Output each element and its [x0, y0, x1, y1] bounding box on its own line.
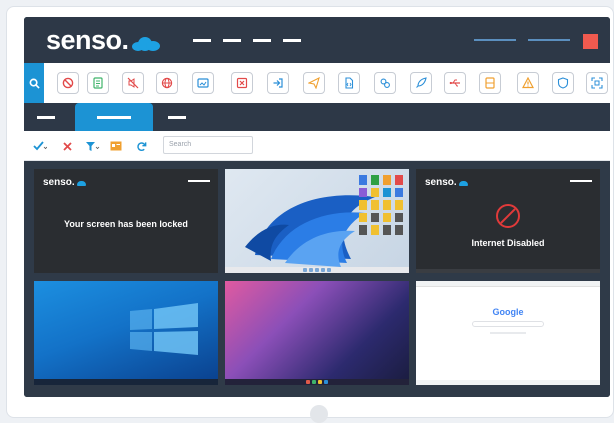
scan-icon	[591, 77, 603, 89]
launch-button[interactable]	[410, 72, 432, 94]
login-icon	[273, 78, 283, 88]
monitor-frame: senso. Search senso. Your screen has bee…	[6, 6, 614, 423]
filter-button[interactable]	[85, 137, 100, 155]
usb-button[interactable]	[444, 72, 466, 94]
search-icon	[29, 78, 40, 89]
screen-grid: senso. Your screen has been locked senso…	[24, 161, 610, 397]
top-bar: senso.	[24, 17, 610, 63]
check-icon	[33, 141, 47, 151]
rocket-icon	[416, 77, 427, 88]
window-icon	[110, 141, 122, 151]
filter-icon	[86, 141, 100, 151]
layout-button[interactable]	[110, 137, 122, 155]
shield-icon	[557, 77, 569, 89]
screen-tile-win10[interactable]	[34, 281, 218, 385]
checklist-button[interactable]	[87, 72, 109, 94]
globe-icon	[161, 77, 173, 89]
tile-menu	[570, 180, 592, 182]
taskbar	[225, 379, 409, 385]
cloud-icon	[458, 181, 468, 186]
tile-logo: senso.	[425, 177, 468, 188]
tab-active[interactable]	[75, 103, 153, 131]
refresh-icon	[137, 141, 147, 151]
screen-tile-desktop[interactable]	[225, 281, 409, 385]
grid-toolbar: Search	[24, 131, 610, 161]
disabled-message: Internet Disabled	[471, 238, 545, 248]
shield-button[interactable]	[552, 72, 574, 94]
send-button[interactable]	[303, 72, 325, 94]
checklist-icon	[93, 77, 103, 89]
desktop-icons	[359, 175, 407, 235]
app-screen: senso. Search senso. Your screen has bee…	[24, 17, 610, 397]
action-toolbar	[24, 63, 610, 103]
screen-tile-browser[interactable]: Google	[416, 281, 600, 385]
screen-tile-internet-disabled[interactable]: senso. Internet Disabled	[416, 169, 600, 273]
refresh-button[interactable]	[136, 137, 147, 155]
google-logo: Google	[492, 307, 524, 317]
block-icon	[496, 204, 520, 228]
scan-button[interactable]	[586, 72, 608, 94]
tab-first[interactable]	[32, 103, 60, 131]
tile-menu	[188, 180, 210, 182]
block-icon	[62, 77, 74, 89]
warning-icon	[522, 77, 534, 89]
pager-dot[interactable]	[310, 405, 328, 423]
taskbar	[34, 379, 218, 385]
taskbar	[225, 267, 409, 273]
block-button[interactable]	[57, 72, 79, 94]
lock-message: Your screen has been locked	[64, 219, 188, 229]
app-logo[interactable]: senso.	[46, 25, 160, 56]
login-button[interactable]	[267, 72, 289, 94]
browser-links	[490, 332, 526, 334]
browser-toolbar	[416, 281, 600, 287]
browser-search-box[interactable]	[472, 321, 544, 327]
cloud-icon	[131, 36, 160, 51]
tab-third[interactable]	[165, 103, 189, 131]
settings-button[interactable]	[374, 72, 396, 94]
close-app-button[interactable]	[231, 72, 253, 94]
nav-placeholder	[193, 39, 301, 42]
tile-logo: senso.	[43, 177, 86, 188]
windows-logo	[130, 303, 198, 355]
usb-icon	[449, 79, 460, 87]
header-links[interactable]	[474, 39, 570, 41]
mute-button[interactable]	[122, 72, 144, 94]
close-window-icon	[236, 77, 248, 89]
deselect-button[interactable]	[63, 137, 72, 155]
screen-tile-win11[interactable]	[225, 169, 409, 273]
alert-button[interactable]	[583, 34, 598, 49]
storage-icon	[485, 77, 495, 89]
taskbar	[416, 269, 600, 273]
search-input[interactable]: Search	[163, 136, 253, 154]
screenshot-icon	[197, 78, 209, 88]
select-all-button[interactable]	[33, 137, 47, 155]
screenshot-button[interactable]	[192, 72, 214, 94]
view-tabs	[24, 103, 610, 131]
web-button[interactable]	[156, 72, 178, 94]
logo-text: senso.	[46, 25, 129, 55]
file-button[interactable]	[338, 72, 360, 94]
close-icon	[63, 141, 72, 151]
screen-tile-locked[interactable]: senso. Your screen has been locked	[34, 169, 218, 273]
file-icon	[345, 77, 354, 89]
browser-footer	[416, 380, 600, 385]
cloud-icon	[76, 181, 86, 186]
warning-button[interactable]	[517, 72, 539, 94]
settings-icon	[380, 78, 390, 88]
storage-button[interactable]	[479, 72, 501, 94]
mute-icon	[127, 77, 139, 89]
send-icon	[308, 77, 320, 89]
search-button[interactable]	[24, 63, 44, 103]
